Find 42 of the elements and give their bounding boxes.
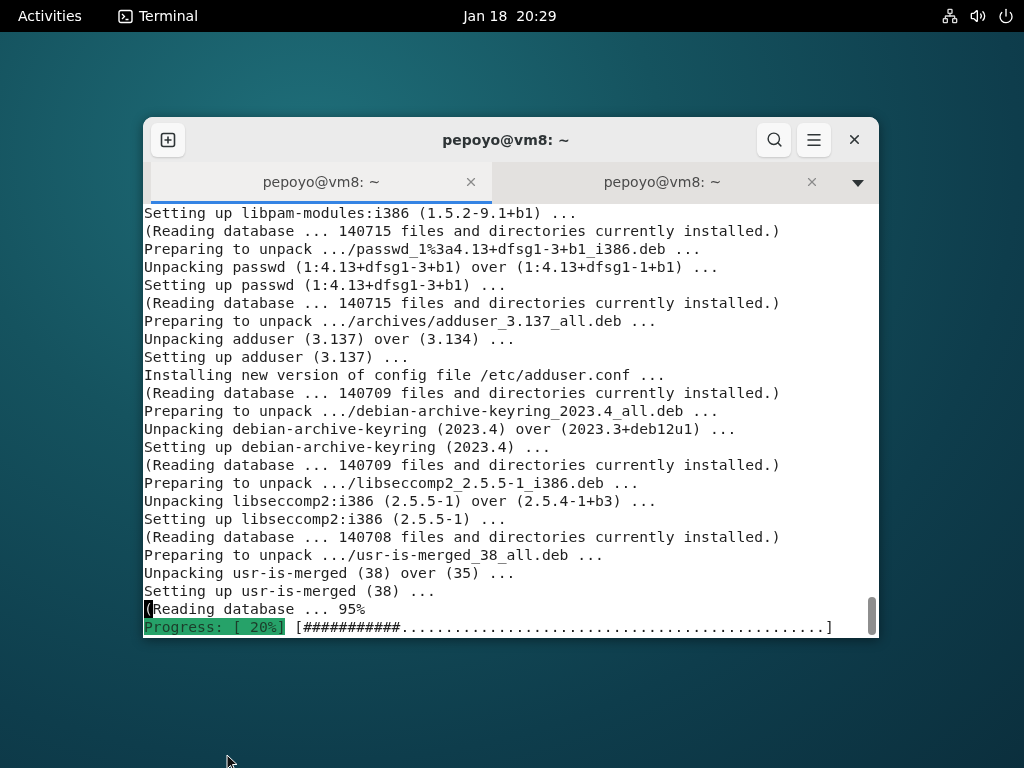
progress-label: Progress: [ 20%] xyxy=(144,618,286,635)
output-line: Setting up libseccomp2:i386 (2.5.5-1) ... xyxy=(144,510,507,527)
clock[interactable]: Jan 18 20:29 xyxy=(463,8,557,24)
window-title: pepoyo@vm8: ~ xyxy=(441,131,571,148)
output-line: (Reading database ... 140708 files and directories currently installed.) xyxy=(144,528,781,545)
output-line: Unpacking usr-is-merged (38) over (35) ... xyxy=(144,564,516,581)
tab[interactable]: pepoyo@vm8: ~ xyxy=(151,162,492,204)
search-button[interactable] xyxy=(757,122,791,157)
network-icon[interactable] xyxy=(942,8,958,24)
output-line: (Reading database ... 140715 files and directories currently installed.) xyxy=(144,222,781,239)
plus-icon xyxy=(160,131,176,148)
activities-button[interactable]: Activities xyxy=(18,8,82,24)
output-line: Installing new version of config file /etc/adduser.conf ... xyxy=(144,366,666,383)
terminal-icon xyxy=(117,8,133,24)
output-line: Setting up usr-is-merged (38) ... xyxy=(144,582,436,599)
output-line: Setting up adduser (3.137) ... xyxy=(144,348,410,365)
output-line: Preparing to unpack .../archives/adduser_3.137_all.deb ... xyxy=(144,312,657,329)
output-line: (Reading database ... 140715 files and directories currently installed.) xyxy=(144,294,781,311)
tab[interactable]: pepoyo@vm8: ~ xyxy=(492,162,833,204)
output-line: Setting up debian-archive-keyring (2023.4) ... xyxy=(144,438,551,455)
mouse-pointer-icon xyxy=(226,754,238,768)
output-line: Unpacking debian-archive-keyring (2023.4) over (2023.3+deb12u1) ... xyxy=(144,420,737,437)
output-line: Unpacking passwd (1:4.13+dfsg1-3+b1) over (1:4.13+dfsg1-1+b1) ... xyxy=(144,258,719,275)
caret-icon[interactable] xyxy=(851,178,865,188)
output-line: Unpacking libseccomp2:i386 (2.5.5-1) over (2.5.4-1+b3) ... xyxy=(144,492,657,509)
output-line: Setting up passwd (1:4.13+dfsg1-3+b1) ... xyxy=(144,276,507,293)
volume-icon[interactable] xyxy=(970,8,986,24)
search-icon xyxy=(765,131,783,148)
progress-bar-text: [###########................................................] xyxy=(294,618,834,635)
power-icon[interactable] xyxy=(998,8,1014,24)
output-line: Unpacking adduser (3.137) over (3.134) ... xyxy=(144,330,516,347)
menu-button[interactable] xyxy=(797,122,831,157)
scrollbar-thumb[interactable] xyxy=(868,597,876,635)
new-tab-button[interactable] xyxy=(151,122,185,157)
app-menu[interactable]: Terminal xyxy=(138,8,199,24)
output-line: (Reading database ... 140709 files and directories currently installed.) xyxy=(144,384,781,401)
output-line: (Reading database ... 140709 files and directories currently installed.) xyxy=(144,456,781,473)
output-line: Preparing to unpack .../passwd_1%3a4.13+dfsg1-3+b1_i386.deb ... xyxy=(144,240,702,257)
output-line: Preparing to unpack .../libseccomp2_2.5.5-1_i386.deb ... xyxy=(144,474,640,491)
output-line: Preparing to unpack .../debian-archive-keyring_2023.4_all.deb ... xyxy=(144,402,719,419)
output-line: Setting up libpam-modules:i386 (1.5.2-9.1+b1) ... xyxy=(144,204,578,221)
output-line: Preparing to unpack .../usr-is-merged_38_all.deb ... xyxy=(144,546,604,563)
